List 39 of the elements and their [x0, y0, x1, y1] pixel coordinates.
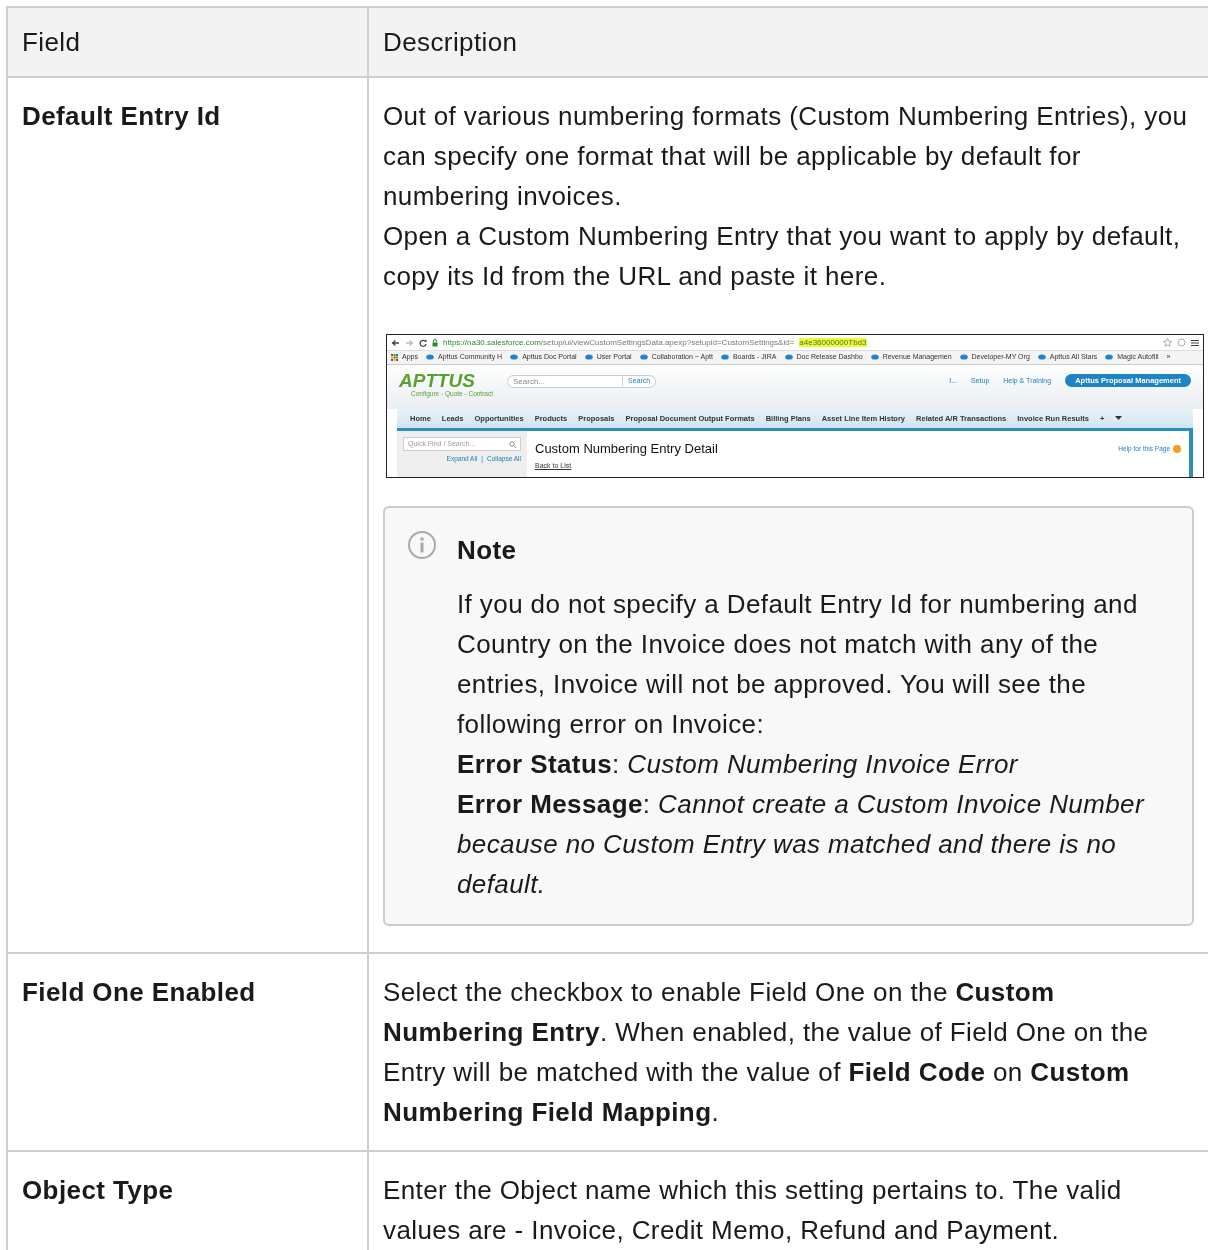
bookmark-icon[interactable] [639, 354, 648, 361]
lock-icon [432, 338, 438, 347]
description-text: Select the checkbox to enable Field One on the Custom Numbering Entry. When enabled, the value of Field One on the Entry will be matched with the value of Field Code on Custom Numbering Field Mapping. [383, 976, 1150, 1129]
sync-icon[interactable] [1177, 338, 1186, 347]
forward-arrow-icon [405, 338, 414, 347]
field-name: Default Entry Id [22, 100, 222, 133]
note-text: Error Status: Custom Numbering Invoice Error [457, 748, 1020, 781]
description-text: Out of various numbering formats (Custom Numbering Entries), you can specify one format that will be applicable by default for numbering invoices. [383, 100, 1189, 213]
note-text: If you do not specify a Default Entry Id for numbering and Country on the Invoice does not match with any of the entries, Invoice will not be approved. You will see the following error on Invoice: [457, 588, 1139, 741]
bookmark-icon[interactable] [425, 354, 434, 361]
bookmark-icon[interactable] [959, 354, 968, 361]
back-arrow-icon [391, 338, 400, 347]
highlighted-id: a4e36000000Tbd3 [799, 337, 867, 348]
info-icon [407, 530, 437, 560]
bookmark-icon[interactable] [510, 354, 519, 361]
description-text: Open a Custom Numbering Entry that you want to apply by default, copy its Id from the URL and paste it here. [383, 220, 1182, 293]
column-header: Field [22, 27, 81, 57]
reload-icon [419, 338, 427, 347]
bookmark-icon[interactable] [720, 354, 729, 361]
help-icon[interactable] [1173, 444, 1181, 453]
column-header: Description [383, 27, 518, 57]
page-title: Custom Numbering Entry Detail [535, 441, 718, 457]
url-text: https://na30.salesforce.com/setup/ui/viewCustomSettingsData.apexp?setupid=CustomSettings&id= [443, 337, 795, 348]
bookmark-icon[interactable] [1105, 354, 1114, 361]
field-name: Object Type [22, 1174, 175, 1207]
bookmark-icon[interactable] [584, 354, 593, 361]
bookmark-icon[interactable] [784, 354, 793, 361]
note-text: Error Message: Cannot create a Custom Invoice Number because no Custom Entry was matched and there is no default. [457, 788, 1146, 901]
menu-icon[interactable] [1191, 338, 1199, 347]
logo-text: APTTUS [399, 371, 476, 390]
star-icon[interactable] [1163, 338, 1172, 347]
description-text: Enter the Object name which this setting pertains to. The valid values are - Invoice, Credit Memo, Refund and Payment. [383, 1174, 1123, 1247]
field-name: Field One Enabled [22, 976, 257, 1009]
search-icon [509, 440, 516, 448]
note-title: Note [457, 534, 518, 567]
apps-grid-icon[interactable] [391, 354, 398, 361]
bookmark-icon[interactable] [870, 354, 879, 361]
caret-down-icon[interactable] [1115, 416, 1123, 421]
bookmark-icon[interactable] [1037, 354, 1046, 361]
